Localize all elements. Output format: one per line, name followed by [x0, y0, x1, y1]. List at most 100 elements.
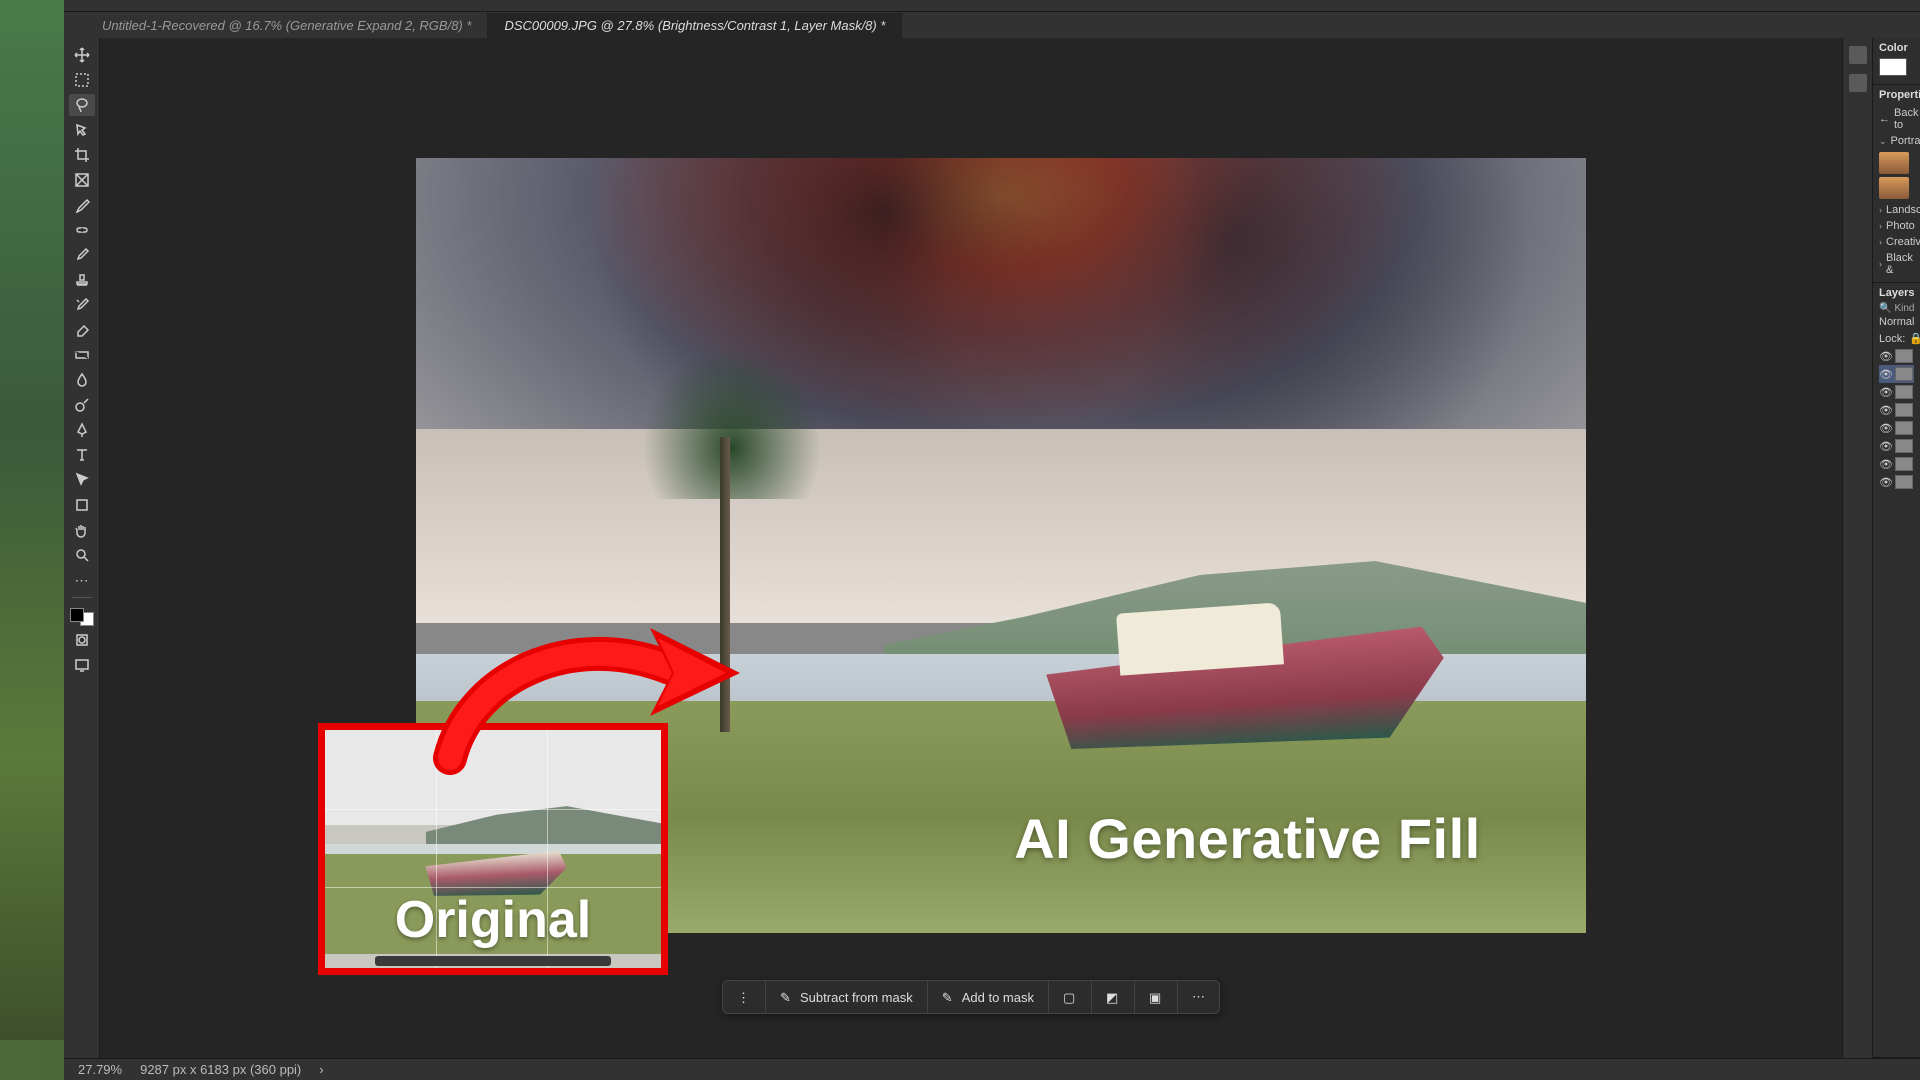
color-panel[interactable]: Color	[1873, 38, 1920, 85]
hand-tool[interactable]	[69, 519, 95, 541]
layer-row[interactable]: 👁	[1879, 419, 1914, 437]
toolbox: ⋯	[64, 38, 100, 1058]
layer-row[interactable]: 👁	[1879, 383, 1914, 401]
quick-select-tool[interactable]	[69, 119, 95, 141]
layers-panel[interactable]: Layers 🔍Kind Normal Lock:🔒 👁 👁 👁 👁 👁 👁 👁…	[1873, 283, 1920, 1058]
path-select-tool[interactable]	[69, 469, 95, 491]
frame-tool[interactable]	[69, 169, 95, 191]
color-picker-swatch[interactable]	[1879, 58, 1907, 76]
add-to-mask-button[interactable]: ✎ Add to mask	[928, 981, 1049, 1013]
foreground-color-swatch[interactable]	[70, 608, 84, 622]
preset-group-bw[interactable]: ›Black &	[1879, 250, 1914, 278]
orig-context-bar	[375, 956, 610, 966]
zoom-tool[interactable]	[69, 544, 95, 566]
arrow-left-icon: ←	[1879, 113, 1890, 125]
status-bar: 27.79% 9287 px x 6183 px (360 ppi) ›	[64, 1058, 1920, 1080]
preset-group-landscape[interactable]: ›Landscape	[1879, 202, 1914, 218]
canvas-clouds	[416, 158, 1586, 429]
options-bar[interactable]	[64, 0, 1920, 12]
visibility-toggle-icon[interactable]: 👁	[1879, 422, 1891, 434]
history-brush-tool[interactable]	[69, 294, 95, 316]
preset-thumb[interactable]	[1879, 152, 1909, 174]
layer-thumb	[1895, 457, 1913, 471]
collapsed-panel-icon[interactable]	[1849, 46, 1867, 64]
more-tools[interactable]: ⋯	[69, 569, 95, 591]
zoom-percentage[interactable]: 27.79%	[78, 1062, 122, 1077]
ctx-drag-handle[interactable]: ⋮	[723, 981, 766, 1013]
ctx-action-3[interactable]: ▣	[1135, 981, 1178, 1013]
layer-row[interactable]: 👁	[1879, 365, 1914, 383]
marquee-tool[interactable]	[69, 69, 95, 91]
visibility-toggle-icon[interactable]: 👁	[1879, 476, 1891, 488]
preset-group-portrait[interactable]: ⌄Portrait	[1879, 133, 1914, 149]
blur-tool[interactable]	[69, 369, 95, 391]
layer-thumb	[1895, 367, 1913, 381]
eraser-tool[interactable]	[69, 319, 95, 341]
layer-row[interactable]: 👁	[1879, 347, 1914, 365]
chevron-right-icon: ›	[1879, 237, 1882, 247]
ctx-action-1[interactable]: ▢	[1049, 981, 1092, 1013]
kind-label: Kind	[1894, 303, 1914, 314]
back-button[interactable]: ←Back to	[1879, 105, 1914, 133]
visibility-toggle-icon[interactable]: 👁	[1879, 350, 1891, 362]
layer-row[interactable]: 👁	[1879, 455, 1914, 473]
layer-thumb	[1895, 439, 1913, 453]
workspace: ⋯ AI Generative Fill	[64, 38, 1920, 1058]
layer-row[interactable]: 👁	[1879, 437, 1914, 455]
crop-tool[interactable]	[69, 144, 95, 166]
add-label: Add to mask	[962, 990, 1034, 1005]
document-tab-1[interactable]: Untitled-1-Recovered @ 16.7% (Generative…	[86, 13, 488, 38]
layer-row[interactable]: 👁	[1879, 473, 1914, 491]
canvas-palm-fronds	[627, 329, 838, 500]
healing-tool[interactable]	[69, 219, 95, 241]
stamp-tool[interactable]	[69, 269, 95, 291]
canvas-viewport[interactable]: AI Generative Fill Original	[100, 38, 1842, 1058]
document-dimensions: 9287 px x 6183 px (360 ppi)	[140, 1062, 301, 1077]
chevron-right-icon: ›	[1879, 259, 1882, 269]
layer-row[interactable]: 👁	[1879, 401, 1914, 419]
document-tab-2[interactable]: DSC00009.JPG @ 27.8% (Brightness/Contras…	[488, 13, 902, 38]
visibility-toggle-icon[interactable]: 👁	[1879, 404, 1891, 416]
contextual-task-bar: ⋮ ✎ Subtract from mask ✎ Add to mask ▢ ◩…	[722, 980, 1220, 1014]
preset-group-photo[interactable]: › Photo	[1879, 218, 1914, 234]
subtract-from-mask-button[interactable]: ✎ Subtract from mask	[766, 981, 928, 1013]
layer-thumb	[1895, 421, 1913, 435]
dodge-tool[interactable]	[69, 394, 95, 416]
blend-label: Normal	[1879, 316, 1914, 328]
ctx-more-button[interactable]: ⋯	[1178, 981, 1219, 1013]
layer-filter-kind[interactable]: 🔍Kind	[1879, 303, 1914, 314]
foreground-background-colors[interactable]	[70, 608, 94, 626]
shape-tool[interactable]	[69, 494, 95, 516]
visibility-toggle-icon[interactable]: 👁	[1879, 386, 1891, 398]
callout-arrow-icon	[410, 598, 770, 778]
properties-panel[interactable]: Properties ←Back to ⌄Portrait ›Landscape…	[1873, 85, 1920, 283]
invert-icon: ◩	[1106, 990, 1120, 1004]
lock-row[interactable]: Lock:🔒	[1879, 330, 1914, 347]
preset-thumb[interactable]	[1879, 177, 1909, 199]
collapsed-panel-icon[interactable]	[1849, 74, 1867, 92]
layers-panel-title: Layers	[1879, 287, 1914, 299]
group-label: Photo	[1886, 220, 1915, 232]
gradient-tool[interactable]	[69, 344, 95, 366]
type-tool[interactable]	[69, 444, 95, 466]
color-panel-title: Color	[1879, 42, 1914, 54]
eyedropper-tool[interactable]	[69, 194, 95, 216]
chevron-down-icon: ⌄	[1879, 136, 1887, 147]
ctx-action-2[interactable]: ◩	[1092, 981, 1135, 1013]
pen-tool[interactable]	[69, 419, 95, 441]
visibility-toggle-icon[interactable]: 👁	[1879, 368, 1891, 380]
status-chevron-icon[interactable]: ›	[319, 1062, 323, 1077]
move-tool[interactable]	[69, 44, 95, 66]
screen-mode-toggle[interactable]	[69, 654, 95, 676]
brush-tool[interactable]	[69, 244, 95, 266]
visibility-toggle-icon[interactable]: 👁	[1879, 458, 1891, 470]
chevron-right-icon: ›	[1879, 221, 1882, 231]
quick-mask-toggle[interactable]	[69, 629, 95, 651]
canvas-boat-cabin	[1116, 602, 1284, 675]
overlay-title-text: AI Generative Fill	[1014, 806, 1481, 871]
lasso-tool[interactable]	[69, 94, 95, 116]
layer-thumb	[1895, 385, 1913, 399]
blend-mode-select[interactable]: Normal	[1879, 314, 1914, 330]
preset-group-creative[interactable]: ›Creative	[1879, 234, 1914, 250]
visibility-toggle-icon[interactable]: 👁	[1879, 440, 1891, 452]
